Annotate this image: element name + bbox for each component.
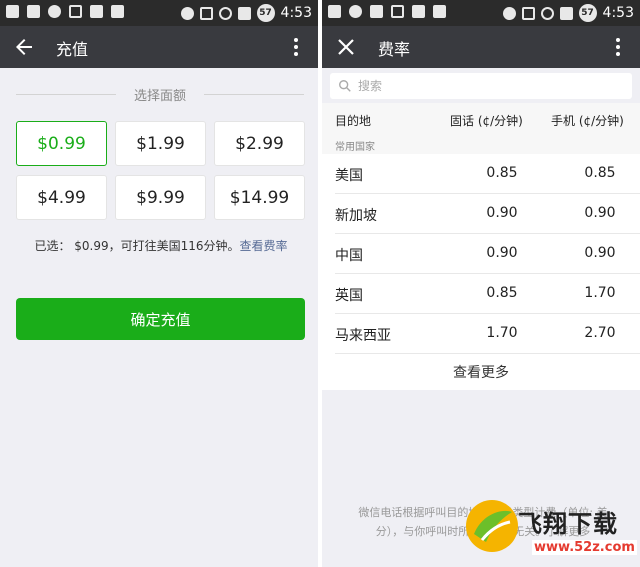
battery-icon: 57	[256, 4, 275, 22]
watermark-url: www.52z.com	[532, 540, 637, 555]
search-icon	[339, 80, 351, 92]
battery-icon: 57	[578, 4, 597, 22]
location-icon	[502, 6, 516, 20]
rates-table-header: 目的地 固话 (¢/分钟) 手机 (¢/分钟)	[322, 103, 640, 136]
notification-icons	[328, 5, 446, 18]
site-watermark: 飞翔下载 www.52z.com	[462, 490, 640, 567]
row-landline-rate: 0.85	[486, 165, 518, 181]
vibrate-icon	[199, 6, 213, 20]
header-destination: 目的地	[335, 114, 372, 128]
status-bar: 57 4:53	[322, 0, 640, 26]
app-bar: 充值	[0, 26, 318, 68]
wechat-icon	[349, 5, 362, 18]
selected-info-text: 已选： $0.99，可打往美国116分钟。	[34, 239, 240, 253]
header-mobile: 手机 (¢/分钟)	[551, 114, 624, 128]
clock: 4:53	[602, 5, 634, 21]
amount-option[interactable]: $4.99	[16, 175, 107, 220]
search-bar[interactable]	[330, 73, 632, 99]
selected-info: 已选： $0.99，可打往美国116分钟。查看费率	[16, 237, 306, 254]
bag-icon	[433, 5, 446, 18]
row-mobile-rate: 0.90	[584, 245, 616, 261]
download-icon	[412, 5, 425, 18]
amount-section-label: 选择面额	[16, 84, 304, 104]
row-destination: 英国	[335, 288, 363, 304]
row-destination: 马来西亚	[335, 328, 391, 344]
download-icon	[90, 5, 103, 18]
more-menu-icon[interactable]	[606, 35, 630, 59]
lte-signal-icon	[237, 6, 251, 20]
bag-icon	[111, 5, 124, 18]
image-icon	[27, 5, 40, 18]
facebook-icon	[6, 5, 19, 18]
row-mobile-rate: 1.70	[584, 285, 616, 301]
group-label: 常用国家	[322, 136, 640, 154]
watermark-logo-icon	[466, 500, 518, 552]
amount-option[interactable]: $9.99	[115, 175, 206, 220]
table-row: 美国 0.85 0.85	[335, 154, 640, 194]
vibrate-icon	[521, 6, 535, 20]
system-icons: 57 4:53	[180, 4, 312, 22]
more-menu-icon[interactable]	[284, 35, 308, 59]
page-title: 费率	[378, 40, 411, 59]
row-landline-rate: 0.90	[486, 245, 518, 261]
header-landline: 固话 (¢/分钟)	[450, 114, 523, 128]
row-mobile-rate: 0.90	[584, 205, 616, 221]
location-icon	[180, 6, 194, 20]
amount-option-selected[interactable]: $0.99	[16, 121, 107, 166]
row-destination: 新加坡	[335, 208, 377, 224]
table-row: 中国 0.90 0.90	[335, 234, 640, 274]
wifi-question-icon	[69, 5, 82, 18]
amount-option[interactable]: $14.99	[214, 175, 305, 220]
table-row: 新加坡 0.90 0.90	[335, 194, 640, 234]
rates-screen: 57 4:53 费率 目的地 固话 (¢/分钟) 手机 (¢/分钟) 常用国家 …	[322, 0, 640, 567]
close-icon[interactable]	[334, 35, 358, 59]
view-rates-link[interactable]: 查看费率	[240, 239, 288, 253]
lte-signal-icon	[559, 6, 573, 20]
row-landline-rate: 1.70	[486, 325, 518, 341]
wifi-question-icon	[391, 5, 404, 18]
row-mobile-rate: 2.70	[584, 325, 616, 341]
table-row: 马来西亚 1.70 2.70	[335, 314, 640, 354]
search-input[interactable]	[358, 79, 618, 93]
clock: 4:53	[280, 5, 312, 21]
row-mobile-rate: 0.85	[584, 165, 616, 181]
row-destination: 中国	[335, 248, 363, 264]
row-destination: 美国	[335, 168, 363, 184]
row-landline-rate: 0.90	[486, 205, 518, 221]
alarm-icon	[218, 6, 232, 20]
app-bar: 费率	[322, 26, 640, 68]
watermark-title: 飞翔下载	[518, 510, 618, 538]
table-row: 英国 0.85 1.70	[335, 274, 640, 314]
facebook-icon	[328, 5, 341, 18]
divider-line	[204, 94, 304, 95]
wechat-icon	[48, 5, 61, 18]
confirm-recharge-button[interactable]: 确定充值	[16, 298, 305, 340]
see-more-button[interactable]: 查看更多	[322, 354, 640, 390]
status-bar: 57 4:53	[0, 0, 318, 26]
alarm-icon	[540, 6, 554, 20]
system-icons: 57 4:53	[502, 4, 634, 22]
notification-icons	[6, 5, 124, 18]
amount-option[interactable]: $2.99	[214, 121, 305, 166]
back-arrow-icon[interactable]	[12, 35, 36, 59]
image-icon	[370, 5, 383, 18]
recharge-screen: 57 4:53 充值 选择面额 $0.99 $1.99 $2.99 $4.99 …	[0, 0, 318, 567]
amount-option[interactable]: $1.99	[115, 121, 206, 166]
page-title: 充值	[56, 40, 89, 59]
rates-table: 目的地 固话 (¢/分钟) 手机 (¢/分钟) 常用国家 美国 0.85 0.8…	[322, 103, 640, 390]
row-landline-rate: 0.85	[486, 285, 518, 301]
